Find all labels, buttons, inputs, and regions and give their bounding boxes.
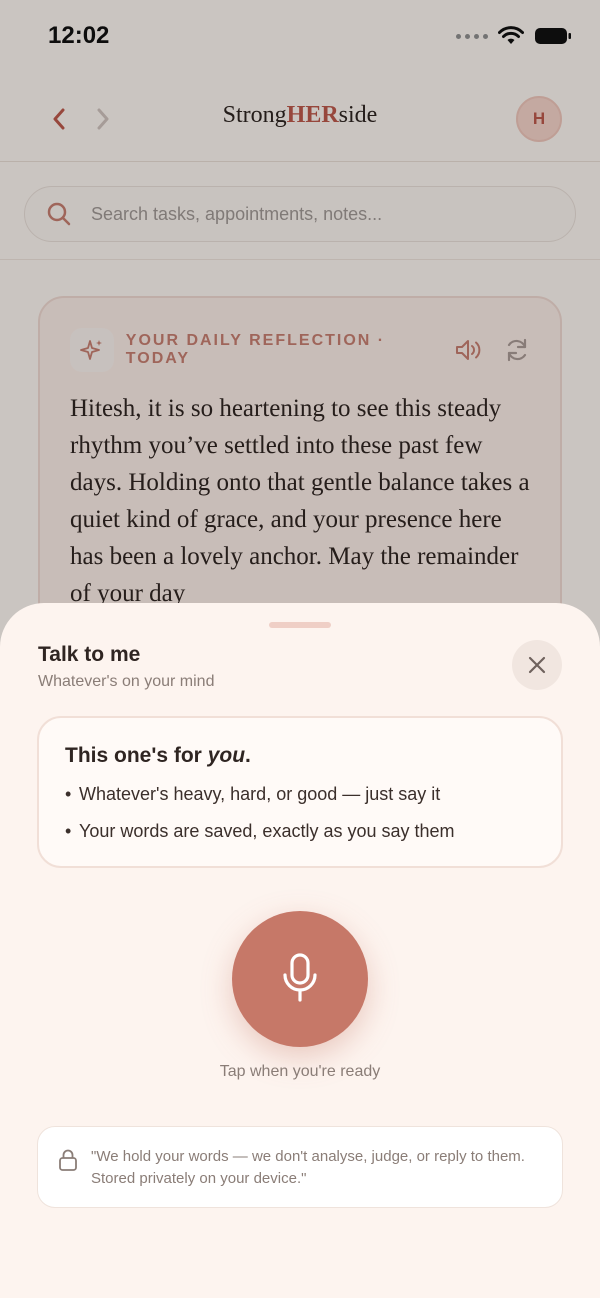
sheet-drag-handle[interactable] (269, 622, 331, 628)
privacy-note: "We hold your words — we don't analyse, … (37, 1126, 563, 1208)
close-button[interactable] (512, 640, 562, 690)
microphone-icon (283, 953, 317, 1002)
record-button[interactable] (232, 911, 368, 1047)
sheet-subtitle: Whatever's on your mind (38, 673, 215, 690)
info-card-title: This one's for you. (65, 744, 251, 768)
list-item: • Whatever's heavy, hard, or good — just … (65, 784, 441, 804)
sheet-title: Talk to me (38, 643, 141, 666)
info-card: This one's for you. • Whatever's heavy, h… (37, 716, 563, 868)
list-item: • Your words are saved, exactly as you sa… (65, 821, 455, 841)
bullet-text: Whatever's heavy, hard, or good — just s… (79, 784, 441, 804)
bullet-text: Your words are saved, exactly as you say… (79, 821, 455, 841)
info-title-suffix: . (245, 744, 251, 767)
info-title-prefix: This one's for (65, 744, 208, 767)
privacy-text: "We hold your words — we don't analyse, … (91, 1148, 525, 1187)
close-icon (528, 656, 546, 674)
lock-icon (59, 1149, 77, 1171)
record-caption: Tap when you're ready (219, 1063, 381, 1080)
info-title-emphasis: you (207, 744, 246, 767)
talk-to-me-sheet: Talk to me Whatever's on your mind This … (0, 603, 600, 1298)
